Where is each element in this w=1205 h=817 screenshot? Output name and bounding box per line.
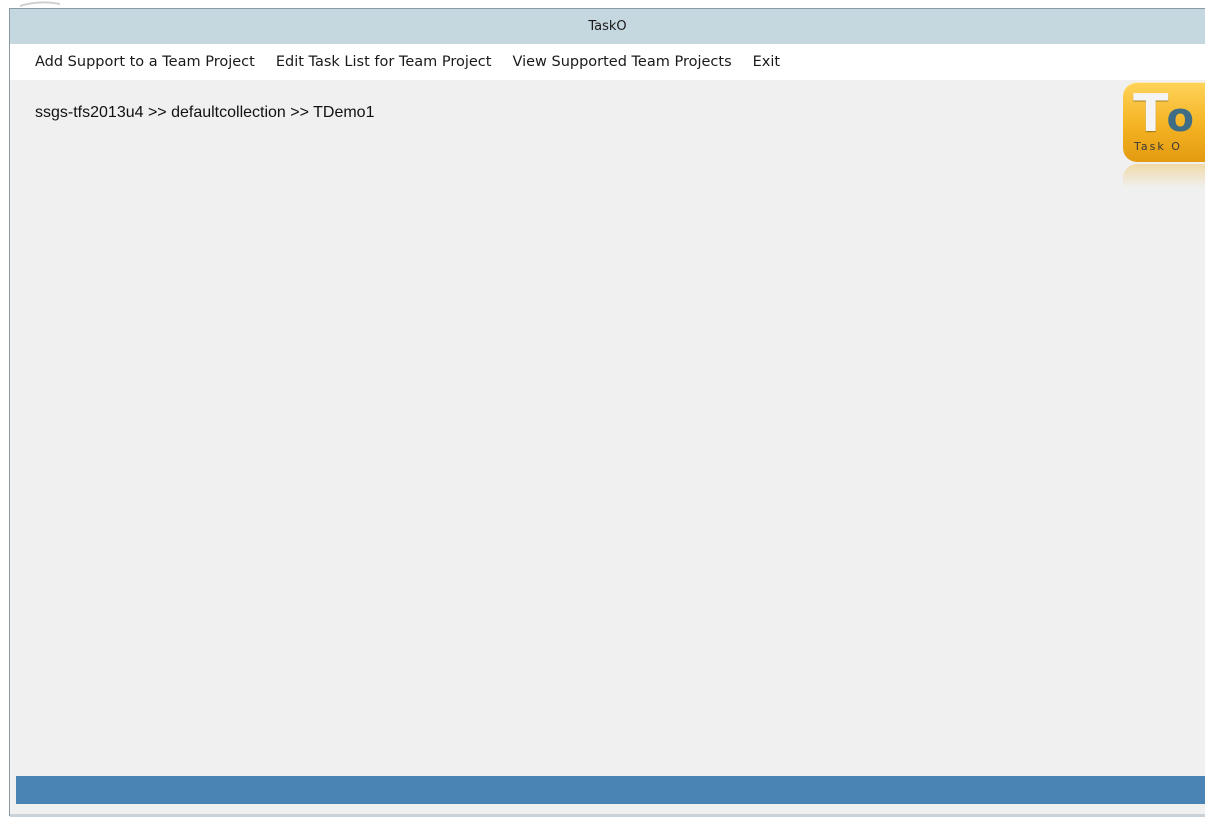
window-corner-decoration (20, 1, 60, 7)
app-window: TaskO Add Support to a Team Project Edit… (9, 8, 1205, 817)
menu-item-exit[interactable]: Exit (745, 50, 788, 74)
window-title: TaskO (588, 19, 627, 34)
menu-bar: Add Support to a Team Project Edit Task … (10, 44, 1205, 80)
tasko-logo: To Task O (1119, 82, 1205, 192)
logo-letters: To (1133, 84, 1194, 148)
status-bar (16, 776, 1205, 804)
menu-item-edit-task-list[interactable]: Edit Task List for Team Project (268, 50, 500, 74)
logo-letter-t: T (1133, 84, 1169, 144)
breadcrumb: ssgs-tfs2013u4 >> defaultcollection >> T… (35, 104, 375, 121)
menu-item-add-support[interactable]: Add Support to a Team Project (27, 50, 263, 74)
menu-item-view-supported-projects[interactable]: View Supported Team Projects (504, 50, 739, 74)
title-bar[interactable]: TaskO (10, 9, 1205, 44)
main-content: ssgs-tfs2013u4 >> defaultcollection >> T… (10, 80, 1205, 775)
logo-letter-o: o (1166, 95, 1194, 141)
logo-tile: To Task O (1123, 82, 1205, 162)
logo-caption: Task O (1134, 140, 1182, 153)
logo-reflection (1123, 164, 1205, 188)
